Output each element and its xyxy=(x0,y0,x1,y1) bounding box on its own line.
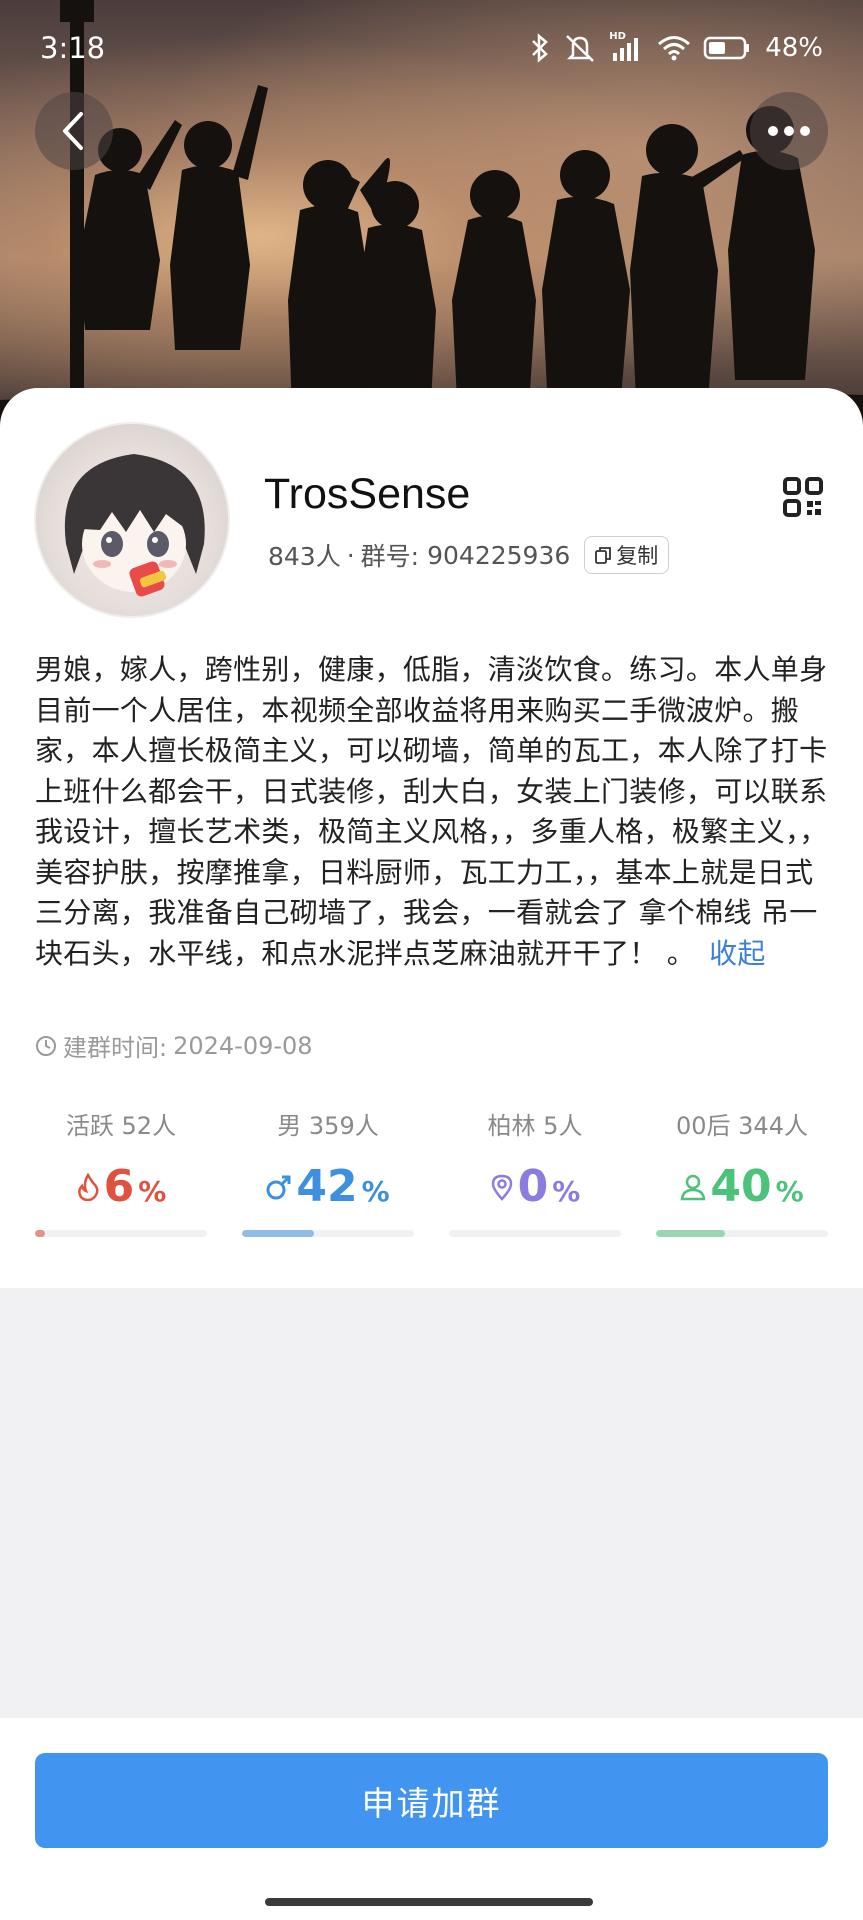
collapse-link[interactable]: 收起 xyxy=(709,937,766,970)
header-banner: 3:18 HD 48% xyxy=(0,0,863,430)
created-date: 2024-09-08 xyxy=(173,1031,313,1060)
stat-unit: % xyxy=(552,1175,581,1208)
battery-icon xyxy=(703,36,750,60)
stat-label: 活跃 52人 xyxy=(65,1112,177,1140)
stat-bar xyxy=(656,1230,828,1237)
more-button[interactable] xyxy=(750,92,828,170)
stat-bar-fill xyxy=(656,1230,725,1237)
stat-value: 0 xyxy=(517,1161,549,1212)
ellipsis-icon xyxy=(768,126,810,136)
stat-unit: % xyxy=(361,1175,390,1208)
bluetooth-icon xyxy=(532,33,549,63)
stat-value: 6 xyxy=(103,1161,135,1212)
group-number: 904225936 xyxy=(427,540,571,570)
created-date-row: 建群时间: 2024-09-08 xyxy=(35,1028,313,1063)
group-description: 男娘，嫁人，跨性别，健康，低脂，清淡饮食。练习。本人单身目前一个人居住，本视频全… xyxy=(35,650,830,974)
group-avatar[interactable] xyxy=(34,422,230,618)
group-meta: 843人 · 群号: 904225936 复制 xyxy=(268,536,670,574)
group-name: TrosSense xyxy=(264,470,471,518)
copy-button[interactable]: 复制 xyxy=(584,536,670,574)
description-text: 男娘，嫁人，跨性别，健康，低脂，清淡饮食。练习。本人单身目前一个人居住，本视频全… xyxy=(35,653,828,970)
footer-bar: 申请加群 xyxy=(0,1718,863,1920)
group-stats: 活跃 52人 6 % 男 359人 42 % 柏林 5人 0 % 00后 344… xyxy=(35,1106,828,1237)
member-count: 843人 xyxy=(268,542,341,571)
clock-icon xyxy=(36,1035,56,1056)
copy-label: 复制 xyxy=(616,544,659,568)
mute-bell-icon xyxy=(566,35,595,62)
stat-unit: % xyxy=(775,1175,804,1208)
stat-unit: % xyxy=(138,1175,167,1208)
stat-value: 40 xyxy=(710,1161,772,1212)
male-icon xyxy=(266,1175,291,1200)
chevron-left-icon xyxy=(63,112,83,150)
stat-bar-fill xyxy=(35,1230,46,1237)
group-number-label: 群号: xyxy=(360,542,420,571)
stat-value: 42 xyxy=(296,1161,358,1212)
battery-percent: 48% xyxy=(765,33,823,63)
back-button[interactable] xyxy=(35,92,113,170)
stat-label: 柏林 5人 xyxy=(487,1112,583,1140)
stat-male: 男 359人 42 % xyxy=(242,1106,414,1237)
stat-label: 00后 344人 xyxy=(676,1112,808,1140)
stat-bar xyxy=(242,1230,414,1237)
group-info-card: TrosSense 843人 · 群号: 904225936 复制 男娘，嫁人，… xyxy=(0,388,863,1288)
person-icon xyxy=(680,1174,706,1201)
avatar-illustration xyxy=(64,454,205,597)
cellular-signal-icon: HD xyxy=(609,31,645,63)
stat-active: 活跃 52人 6 % xyxy=(35,1106,207,1237)
stat-bar xyxy=(449,1230,621,1237)
status-bar: 3:18 HD 48% xyxy=(0,0,863,96)
flame-icon xyxy=(77,1173,99,1201)
stat-bar xyxy=(35,1230,207,1237)
wifi-icon xyxy=(658,36,691,61)
created-label: 建群时间: xyxy=(63,1034,168,1062)
stat-location: 柏林 5人 0 % xyxy=(449,1106,621,1237)
meta-separator: · xyxy=(346,540,355,570)
status-time: 3:18 xyxy=(40,31,106,65)
stat-age: 00后 344人 40 % xyxy=(656,1106,828,1237)
copy-icon xyxy=(595,547,612,564)
location-icon xyxy=(491,1174,512,1201)
stat-bar-fill xyxy=(242,1230,315,1237)
home-indicator[interactable] xyxy=(265,1898,593,1906)
apply-join-button[interactable]: 申请加群 xyxy=(35,1753,828,1848)
stat-label: 男 359人 xyxy=(277,1112,379,1140)
qr-code-button[interactable] xyxy=(782,476,824,518)
qr-code-icon xyxy=(783,477,823,517)
